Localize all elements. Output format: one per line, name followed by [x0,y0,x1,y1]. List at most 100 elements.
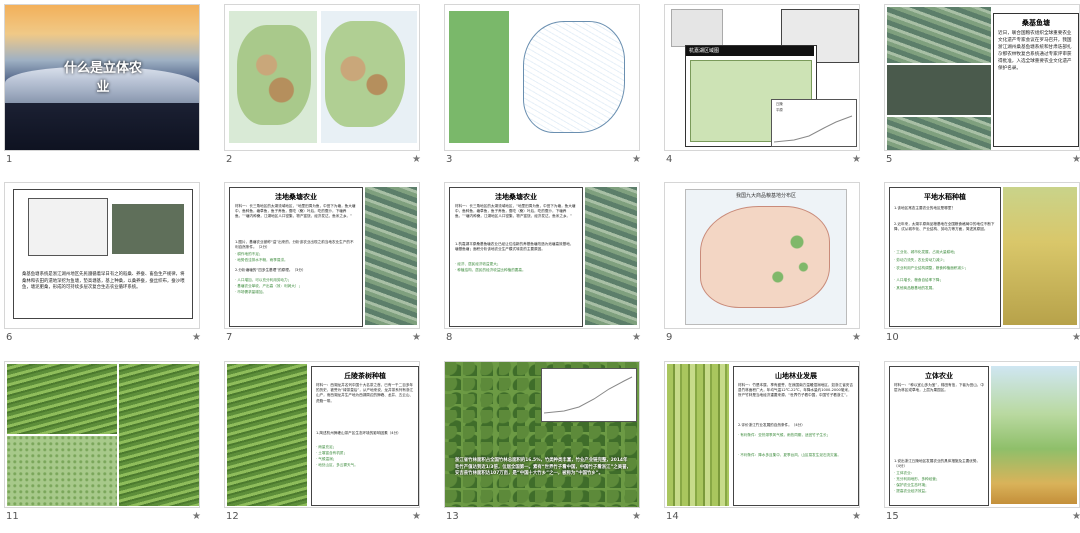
profile-chart [541,368,637,422]
answer-text: · 市场需求量增加。 [235,290,267,294]
slide-thumbnail-11[interactable]: 11 ★ [0,357,220,533]
animation-star-icon[interactable]: ★ [1072,511,1080,522]
material-text: 材料一：竹是本属，享有盛誉，在我国南方温暖湿润地区，如浙江省安吉县竹林面积广大，… [738,383,853,398]
map-image [513,11,637,143]
answer-text: · 提高农业经济效益。 [894,489,929,493]
slide-preview: 桑基鱼塘 近日，联合国粮农组织全球重要农业文化遗产专家会议在罗马召开，我国浙江湖… [884,4,1080,151]
slide-preview [4,361,200,508]
text-card: 立体农业 材料一：“种以宜山多为宝”，梯田有信，下者为田山，中层为林区或草地，上… [889,366,989,506]
slide-thumbnail-13[interactable]: 浙江省竹林面积占全国竹林总面积的16.5%，竹类种类丰富，竹业产业链完整，201… [440,357,660,533]
slide-number: 7 [226,332,233,343]
answer-text: · 雨量充足； [316,445,337,449]
slide-preview: 桑基鱼塘系统是浙江湖州地区先民遵循着早日有之的稻桑、养蚕、畜鱼生产规律，将桑林和… [4,182,200,329]
slide-preview [224,4,420,151]
diagram-image [28,198,108,256]
slide-thumbnail-14[interactable]: 山地林业发展 材料一：竹是本属，享有盛誉，在我国南方温暖湿润地区，如浙江省安吉县… [660,357,880,533]
slide-preview: 我国九大商品粮基地分布区 [664,182,860,329]
material-text: 材料一：长三角地区的太湖流域地区，“地里田周为鱼，中田下为塘，鱼大塘中，鱼种鱼，… [235,204,356,219]
slide-thumbnail-15[interactable]: 立体农业 材料一：“种以宜山多为宝”，梯田有信，下者为田山，中层为林区或草地，上… [880,357,1080,533]
slide-number: 4 [666,154,673,165]
slide-number: 6 [6,332,13,343]
slide-thumbnail-9[interactable]: 我国九大商品粮基地分布区 9 ★ [660,178,880,354]
question-text: 1.说出浙江丘陵地区发展农业的具体措施及主要优势。（4分） [894,459,981,469]
slide-sorter-grid: 什么是立体农业 1 2 ★ 3 ★ 杭嘉湖区域图 丘陵 平原 4 ★ 桑基鱼塘 … [0,0,1080,529]
animation-star-icon[interactable]: ★ [192,511,201,522]
slide-thumbnail-12[interactable]: 丘陵茶树种植 材料一：西湖龙井名列中国十大名茶之首，已有一千二百多年的历史，被誉… [220,357,440,533]
text-card: 山地林业发展 材料一：竹是本属，享有盛誉，在我国南方温暖湿润地区，如浙江省安吉县… [733,366,859,506]
answer-text: · 农业利用产业结构调整，粮食种植面积减少； [894,266,969,270]
body-text: 桑基鱼塘系统是浙江湖州地区先民遵循着早日有之的稻桑、养蚕、畜鱼生产规律，将桑林和… [22,272,185,291]
text-card: 丘陵茶树种植 材料一：西湖龙井名列中国十大名茶之首，已有一千二百多年的历史，被誉… [311,366,419,506]
question-text: 2.近年来，太湖平原商品粮基地在全国粮食格局中的地位不断下降，试从城市化、产业结… [894,222,995,232]
animation-star-icon[interactable]: ★ [632,332,641,343]
slide-heading: 洼地桑塘农业 [275,193,317,201]
slide-thumbnail-8[interactable]: 洼地桑塘农业 材料一：长三角地区的太湖流域地区，“地里田周为鱼，中田下为塘，鱼大… [440,178,660,354]
animation-star-icon[interactable]: ★ [852,332,861,343]
slide-number: 3 [446,154,453,165]
answer-text: · 立体农业： [894,471,915,475]
animation-star-icon[interactable]: ★ [852,154,861,165]
slide-thumbnail-5[interactable]: 桑基鱼塘 近日，联合国粮农组织全球重要农业文化遗产专家会议在罗马召开，我国浙江湖… [880,0,1080,176]
slide-preview: 山地林业发展 材料一：竹是本属，享有盛誉，在我国南方温暖湿润地区，如浙江省安吉县… [664,361,860,508]
slide-number: 13 [446,511,459,522]
slide-thumbnail-1[interactable]: 什么是立体农业 1 [0,0,220,176]
slide-thumbnail-2[interactable]: 2 ★ [220,0,440,176]
animation-star-icon[interactable]: ★ [412,332,421,343]
animation-star-icon[interactable]: ★ [1072,332,1080,343]
slide-number: 1 [6,154,13,165]
slide-heading: 丘陵茶树种植 [344,372,386,380]
slide-thumbnail-7[interactable]: 洼地桑塘农业 材料一：长三角地区的太湖流域地区，“地里田周为鱼，中田下为塘，鱼大… [220,178,440,354]
china-map: 我国九大商品粮基地分布区 [685,189,847,325]
body-text: 浙江省竹林面积占全国竹林总面积的16.5%，竹类种类丰富，竹业产业链完整，201… [455,458,631,477]
slide-preview: 洼地桑塘农业 材料一：长三角地区的太湖流域地区，“地里田周为鱼，中田下为塘，鱼大… [224,182,420,329]
answer-text: · 劳动力流失，农业劳动力减少； [894,258,947,262]
animation-star-icon[interactable]: ★ [192,332,201,343]
slide-number: 11 [6,511,19,522]
material-text: 材料一：长三角地区的太湖流域地区，“地里田周为鱼，中田下为塘，鱼大塘中，鱼种鱼，… [455,204,576,219]
question-text: 2.评价浙江竹业发展的自然条件。（4分） [738,423,805,427]
question-text: 1.杭嘉湖平原桑基鱼塘农业已经让位给新的养基鱼塘改造为池塘高效基地，塘基鱼塘；面… [455,242,574,252]
text-card: 桑基鱼塘系统是浙江湖州地区先民遵循着早日有之的稻桑、养蚕、畜鱼生产规律，将桑林和… [13,189,193,319]
slide-heading: 平地水稻种植 [924,193,966,201]
animation-star-icon[interactable]: ★ [852,511,861,522]
slide-number: 14 [666,511,679,522]
slide-preview: 浙江省竹林面积占全国竹林总面积的16.5%，竹类种类丰富，竹业产业链完整，201… [444,361,640,508]
answer-text: · 地势低洼排水不畅，雨季易涝。 [235,258,288,262]
photo-tea-terraces [227,364,307,506]
slide-number: 12 [226,511,239,522]
answer-text: · 人口增加，可以充分利用劳动力； [235,278,292,282]
answer-text: · 耕作地的不足； [235,252,263,256]
question-text: 2.分析塘塘的“四多生基理”的原理。（3分） [235,268,306,272]
animation-star-icon[interactable]: ★ [1072,154,1080,165]
slide-number: 2 [226,154,233,165]
map-image [229,11,317,143]
slide-preview [444,4,640,151]
animation-star-icon[interactable]: ★ [632,511,641,522]
slide-number: 8 [446,332,453,343]
slide-preview: 平地水稻种植 1.该地区常态主要农业的地区是哪里？ 2.近年来，太湖平原商品粮基… [884,182,1080,329]
illustration-terraced-farm [991,366,1077,504]
slide-preview: 洼地桑塘农业 材料一：长三角地区的太湖流域地区，“地里田周为鱼，中田下为塘，鱼大… [444,182,640,329]
china-locator-map [671,9,723,47]
slide-preview: 什么是立体农业 [4,4,200,151]
animation-star-icon[interactable]: ★ [412,511,421,522]
slide-preview: 丘陵茶树种植 材料一：西湖龙井名列中国十大名茶之首，已有一千二百多年的历史，被誉… [224,361,420,508]
mountain-silhouette [5,103,199,150]
animation-star-icon[interactable]: ★ [632,154,641,165]
map-title: 杭嘉湖区域图 [686,46,814,56]
slide-heading: 洼地桑塘农业 [495,193,537,201]
slide-thumbnail-10[interactable]: 平地水稻种植 1.该地区常态主要农业的地区是哪里？ 2.近年来，太湖平原商品粮基… [880,178,1080,354]
photo-fish-ponds [887,65,991,115]
slide-thumbnail-6[interactable]: 桑基鱼塘系统是浙江湖州地区先民遵循着早日有之的稻桑、养蚕、畜鱼生产规律，将桑林和… [0,178,220,354]
photo-fish-ponds [112,204,184,254]
question-text: 1.图片，基塘农业被称“溢”出来的，分析该农业出现之前当地农业生产的不利自然条件… [235,240,354,250]
answer-text: · 工业化、城市化发展，占用大量耕地； [894,250,958,254]
slide-thumbnail-3[interactable]: 3 ★ [440,0,660,176]
photo-fish-ponds [365,187,417,325]
photo-tea-leaves [7,436,117,506]
animation-star-icon[interactable]: ★ [412,154,421,165]
slide-thumbnail-4[interactable]: 杭嘉湖区域图 丘陵 平原 4 ★ [660,0,880,176]
slide-number: 5 [886,154,893,165]
answer-text: · 地处山区，多云雾天气。 [316,463,358,467]
photo-tea-plantation [7,364,117,434]
